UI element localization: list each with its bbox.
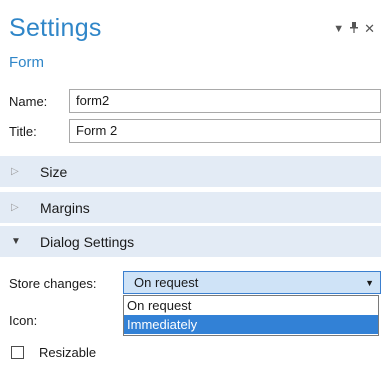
icon-label: Icon: bbox=[9, 313, 38, 328]
store-changes-label: Store changes: bbox=[9, 276, 97, 291]
section-dialog-settings-label: Dialog Settings bbox=[40, 233, 135, 250]
title-label: Title: bbox=[9, 124, 37, 139]
resizable-label: Resizable bbox=[39, 345, 97, 360]
store-changes-dropdown-list: On request Immediately bbox=[123, 295, 379, 336]
section-size[interactable]: ▷ Size bbox=[0, 156, 381, 187]
chevron-right-icon: ▷ bbox=[11, 202, 19, 213]
resizable-checkbox[interactable] bbox=[11, 346, 24, 359]
dropdown-icon[interactable]: ▼ bbox=[333, 23, 344, 35]
section-size-label: Size bbox=[40, 163, 68, 180]
option-on-request[interactable]: On request bbox=[124, 296, 378, 315]
panel-title: Settings bbox=[9, 14, 102, 42]
store-changes-combobox[interactable]: On request ▼ bbox=[123, 271, 381, 294]
name-label: Name: bbox=[9, 94, 48, 109]
close-icon[interactable]: ✕ bbox=[364, 22, 375, 35]
chevron-down-icon: ▼ bbox=[11, 236, 21, 247]
pin-icon[interactable] bbox=[350, 22, 359, 36]
store-changes-value: On request bbox=[134, 275, 199, 290]
section-margins-label: Margins bbox=[40, 199, 90, 216]
panel-subtitle: Form bbox=[9, 54, 44, 71]
title-field[interactable]: Form 2 bbox=[69, 119, 381, 143]
chevron-down-icon: ▼ bbox=[365, 277, 374, 288]
name-field[interactable]: form2 bbox=[69, 89, 381, 113]
chevron-right-icon: ▷ bbox=[11, 166, 19, 177]
option-immediately[interactable]: Immediately bbox=[124, 315, 378, 334]
section-dialog-settings[interactable]: ▼ Dialog Settings bbox=[0, 226, 381, 257]
section-margins[interactable]: ▷ Margins bbox=[0, 192, 381, 223]
title-bar-icons: ▼ ✕ bbox=[333, 22, 375, 36]
